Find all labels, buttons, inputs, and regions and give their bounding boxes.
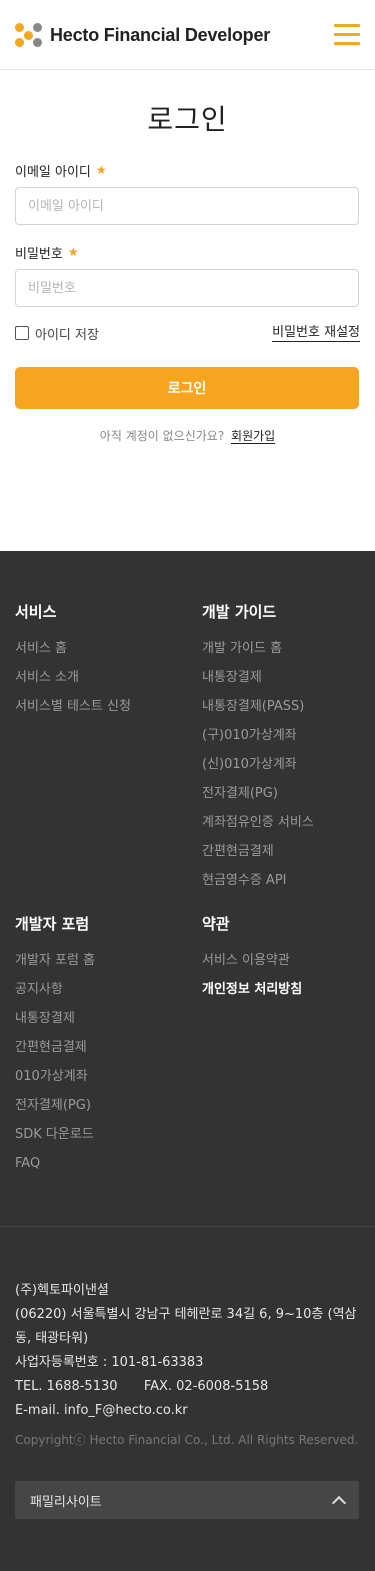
company-biz-no: 사업자등록번호 : 101-81-63383 [15, 1355, 204, 1370]
footer-link[interactable]: 010가상계좌 [15, 1069, 95, 1098]
footer-link[interactable]: 간편현금결제 [15, 1040, 95, 1069]
login-button[interactable]: 로그인 [15, 367, 359, 409]
footer-link[interactable]: 서비스별 테스트 신청 [15, 699, 131, 728]
footer-link[interactable]: 서비스 홈 [15, 641, 131, 670]
signup-row: 아직 계정이 없으신가요? 회원가입 [15, 427, 360, 444]
site-footer: 서비스 서비스 홈 서비스 소개 서비스별 테스트 신청 개발 가이드 개발 가… [0, 551, 375, 1571]
footer-link[interactable]: (구)010가상계좌 [202, 728, 314, 757]
remember-id-checkbox[interactable] [15, 326, 29, 340]
footer-link[interactable]: 간편현금결제 [202, 844, 314, 873]
company-tel: TEL. 1688-5130 [15, 1379, 118, 1394]
family-site-select[interactable]: 패밀리사이트 [15, 1481, 359, 1519]
footer-link[interactable]: 개발자 포럼 홈 [15, 953, 95, 982]
company-email: E-mail. info_F@hecto.co.kr [15, 1403, 188, 1418]
footer-link[interactable]: (신)010가상계좌 [202, 757, 314, 786]
footer-link[interactable]: 내통장결제 [15, 1011, 95, 1040]
footer-link[interactable]: 서비스 소개 [15, 670, 131, 699]
page-title: 로그인 [147, 103, 228, 136]
footer-link[interactable]: 공지사항 [15, 982, 95, 1011]
remember-id[interactable]: 아이디 저장 [15, 324, 99, 343]
footer-link[interactable]: 개발 가이드 홈 [202, 641, 314, 670]
footer-link[interactable]: 내통장결제(PASS) [202, 699, 314, 728]
footer-link[interactable]: 현금영수증 API [202, 873, 314, 902]
footer-link[interactable]: 내통장결제 [202, 670, 314, 699]
brand-name: Hecto Financial Developer [50, 24, 271, 45]
copyright: Copyrightⓒ Hecto Financial Co., Ltd. All… [15, 1433, 359, 1447]
footer-services: 서비스 서비스 홈 서비스 소개 서비스별 테스트 신청 [15, 601, 131, 728]
footer-link[interactable]: 전자결제(PG) [15, 1098, 95, 1127]
footer-forum-title: 개발자 포럼 [15, 915, 90, 933]
email-label-text: 이메일 아이디 [15, 164, 91, 180]
family-site-label: 패밀리사이트 [30, 1494, 102, 1510]
email-label: 이메일 아이디 ★ [15, 161, 360, 180]
footer-link[interactable]: FAQ [15, 1156, 95, 1185]
login-options: 아이디 저장 비밀번호 재설정 [15, 324, 360, 343]
password-field[interactable] [15, 269, 359, 307]
footer-link-privacy[interactable]: 개인정보 처리방침 [202, 982, 302, 1011]
footer-services-title: 서비스 [15, 603, 57, 621]
chevron-up-icon [331, 1495, 347, 1510]
required-star-icon: ★ [67, 245, 79, 259]
footer-link[interactable]: SDK 다운로드 [15, 1127, 95, 1156]
footer-terms: 약관 서비스 이용약관 개인정보 처리방침 [202, 913, 302, 1011]
password-label-text: 비밀번호 [15, 246, 63, 262]
logo[interactable]: Hecto Financial Developer [15, 22, 270, 48]
email-field[interactable] [15, 187, 359, 225]
signup-prompt: 아직 계정이 없으신가요? [99, 429, 225, 443]
password-label: 비밀번호 ★ [15, 243, 360, 262]
footer-link[interactable]: 서비스 이용약관 [202, 953, 302, 982]
hamburger-menu-icon[interactable] [334, 24, 360, 46]
footer-terms-title: 약관 [202, 915, 230, 933]
company-info: (주)헥토파이낸셜 (06220) 서울특별시 강남구 테헤란로 34길 6, … [15, 1279, 360, 1423]
company-fax: FAX. 02-6008-5158 [143, 1379, 269, 1394]
site-header: Hecto Financial Developer [0, 0, 375, 70]
footer-dev-forum: 개발자 포럼 개발자 포럼 홈 공지사항 내통장결제 간편현금결제 010가상계… [15, 913, 95, 1185]
footer-guide-title: 개발 가이드 [202, 603, 277, 621]
company-contact: TEL. 1688-5130 FAX. 02-6008-5158 [15, 1375, 360, 1399]
remember-id-label: 아이디 저장 [35, 327, 99, 343]
reset-password-link[interactable]: 비밀번호 재설정 [272, 325, 360, 342]
required-star-icon: ★ [95, 163, 107, 177]
footer-dev-guide: 개발 가이드 개발 가이드 홈 내통장결제 내통장결제(PASS) (구)010… [202, 601, 314, 902]
signup-link[interactable]: 회원가입 [231, 429, 276, 444]
footer-link[interactable]: 계좌점유인증 서비스 [202, 815, 314, 844]
company-address: (06220) 서울특별시 강남구 테헤란로 34길 6, 9~10층 (역삼동… [15, 1307, 357, 1346]
footer-divider [0, 1226, 375, 1227]
footer-link[interactable]: 전자결제(PG) [202, 786, 314, 815]
login-section: 로그인 이메일 아이디 ★ 비밀번호 ★ 아이디 저장 비밀번호 재설정 로그인… [0, 70, 375, 551]
hecto-logo-icon [15, 23, 43, 47]
company-name: (주)헥토파이낸셜 [15, 1283, 109, 1298]
